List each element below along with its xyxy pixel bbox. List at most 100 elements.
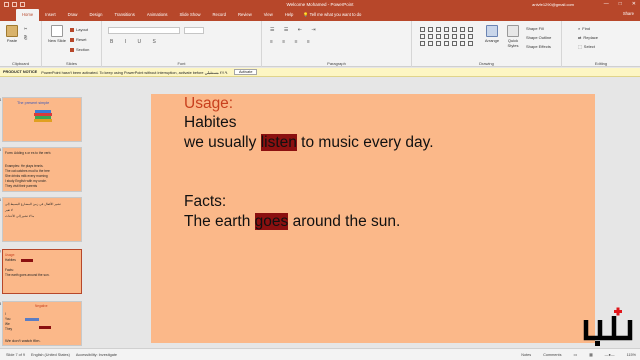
tell-me-search[interactable]: 💡 Tell me what you want to do: [303, 12, 361, 18]
tab-animations[interactable]: Animations: [141, 9, 174, 21]
slide-thumbnail-6[interactable]: تشير الأفعال في زمن المضارع البسيط إلى ل…: [2, 197, 82, 242]
thumbnail-line: They visit their parents: [5, 184, 38, 188]
font-name-dropdown[interactable]: [108, 27, 180, 34]
thumbnail-line: ما لا تشير إلى الأحداث: [5, 214, 35, 218]
tab-insert[interactable]: Insert: [39, 9, 61, 21]
section-button[interactable]: Section: [70, 47, 89, 52]
ribbon: Paste ✂ ⎘ Clipboard New Slide Layout Res…: [0, 21, 640, 67]
slide-number: 5: [0, 147, 2, 152]
cut-button[interactable]: ✂: [24, 26, 27, 31]
align-buttons[interactable]: ≡ ≡ ≡ ≡: [270, 39, 314, 45]
tab-home[interactable]: Home: [16, 9, 40, 21]
slide-editor-canvas[interactable]: Usage: Habites we usually listen to musi…: [90, 77, 640, 348]
habites-text[interactable]: Habites: [184, 114, 237, 132]
thumbnail-line: تشير الأفعال في زمن المضارع البسيط إلى: [5, 202, 61, 206]
select-button[interactable]: ⬚ Select: [578, 44, 595, 49]
sentence-text: The earth: [184, 213, 255, 230]
sentence-listen[interactable]: we usually listen to music every day.: [184, 134, 434, 152]
close-button[interactable]: ✕: [632, 1, 636, 7]
replace-label: Replace: [583, 35, 599, 40]
channel-logo: [583, 307, 633, 346]
layout-button[interactable]: Layout: [70, 27, 88, 32]
highlighted-verb: listen: [260, 134, 297, 151]
sentence-goes[interactable]: The earth goes around the sun.: [184, 213, 400, 231]
minimize-button[interactable]: —: [604, 1, 609, 7]
slide-number: 8: [0, 301, 2, 306]
tab-review[interactable]: Review: [232, 9, 258, 21]
tab-transitions[interactable]: Transitions: [108, 9, 140, 21]
thumbnail-line: Form: Adding s or es to the verb.: [5, 151, 52, 155]
tab-view[interactable]: View: [258, 9, 279, 21]
notice-label: PRODUCT NOTICE: [3, 70, 38, 74]
product-notice-bar: PRODUCT NOTICE PowerPoint hasn't been ac…: [0, 68, 640, 77]
slide-thumbnail-4[interactable]: The present simple: [2, 97, 82, 142]
slide-thumbnail-7[interactable]: Usage: Habites Facts: The earth goes aro…: [2, 249, 82, 294]
font-group-label: Font: [177, 61, 186, 66]
comments-button[interactable]: Comments: [543, 353, 561, 357]
paste-button[interactable]: Paste: [4, 25, 20, 43]
sentence-text: we usually: [184, 134, 261, 151]
quick-styles-button[interactable]: Quick Styles: [504, 25, 522, 48]
maximize-button[interactable]: □: [619, 1, 622, 7]
current-slide[interactable]: Usage: Habites we usually listen to musi…: [151, 94, 595, 343]
accessibility-status[interactable]: Accessibility: Investigate: [76, 353, 117, 357]
user-account[interactable]: anlvfe1290@gmail.com: [532, 2, 574, 7]
list-buttons[interactable]: ☰ ☰ ⇤ ⇥: [270, 27, 320, 33]
shape-effects-button[interactable]: Shape Effects: [526, 44, 551, 49]
notes-button[interactable]: Notes: [521, 353, 531, 357]
status-bar: Slide 7 of 9 English (United States) Acc…: [0, 348, 640, 360]
slides-group-label: Slides: [66, 61, 77, 66]
tab-slide-show[interactable]: Slide Show: [174, 9, 207, 21]
copy-button[interactable]: ⎘: [24, 35, 27, 40]
quick-styles-icon: [507, 25, 519, 37]
slide-sorter-icon[interactable]: ▦: [589, 352, 593, 357]
reset-icon: [70, 37, 74, 42]
thumbnail-line: They: [5, 327, 13, 331]
slide-thumbnail-5[interactable]: Form: Adding s or es to the verb. Exampl…: [2, 147, 82, 192]
books-icon: [34, 110, 52, 122]
tell-me-label: Tell me what you want to do: [309, 12, 362, 17]
slide-thumbnail-8[interactable]: Negative I You We They We don't watch fi…: [2, 301, 82, 346]
thumbnail-title: The present simple: [17, 101, 50, 105]
tab-help[interactable]: Help: [279, 9, 300, 21]
thumbnail-highlight: [39, 326, 51, 329]
font-size-dropdown[interactable]: [184, 27, 204, 34]
thumbnail-line: Habites: [5, 258, 16, 262]
tab-record[interactable]: Record: [206, 9, 232, 21]
facts-heading[interactable]: Facts:: [184, 193, 226, 211]
arrange-button[interactable]: Arrange: [484, 25, 500, 43]
usage-heading[interactable]: Usage:: [184, 95, 233, 113]
tab-design[interactable]: Design: [83, 9, 108, 21]
shape-effects-label: Shape Effects: [526, 44, 551, 49]
thumbnail-line: We: [5, 322, 10, 326]
font-format-buttons[interactable]: B I U S: [110, 39, 161, 45]
clipboard-group: Paste ✂ ⎘ Clipboard: [0, 21, 42, 67]
replace-button[interactable]: ⇄ Replace: [578, 35, 598, 40]
new-slide-button[interactable]: New Slide: [48, 25, 66, 43]
reset-button[interactable]: Reset: [70, 37, 86, 42]
thumbnail-line: لا تغير: [5, 208, 13, 212]
slide-number: 6: [0, 197, 2, 202]
editing-group-label: Editing: [594, 61, 608, 66]
tab-file[interactable]: [0, 9, 16, 21]
normal-view-icon[interactable]: ▭: [573, 352, 577, 357]
slide-thumbnails-pane[interactable]: The present simple Form: Adding s or es …: [0, 77, 86, 348]
shape-fill-label: Shape Fill: [526, 26, 544, 31]
zoom-slider[interactable]: —●—: [605, 353, 615, 357]
find-button[interactable]: ⌕ Find: [578, 26, 590, 31]
thumbnail-title: Negative: [35, 304, 48, 308]
shape-outline-button[interactable]: Shape Outline: [526, 35, 551, 40]
zoom-level[interactable]: 115%: [627, 353, 636, 357]
language-indicator[interactable]: English (United States): [31, 353, 70, 357]
thumbnail-line: You: [5, 317, 11, 321]
tab-draw[interactable]: Draw: [62, 9, 84, 21]
activate-button[interactable]: Activate: [233, 69, 258, 75]
shape-fill-button[interactable]: Shape Fill: [526, 26, 544, 31]
thumbnail-line: I: [5, 312, 6, 316]
shapes-gallery[interactable]: [420, 27, 474, 46]
editing-group: ⌕ Find ⇄ Replace ⬚ Select Editing: [562, 21, 640, 67]
thumbnail-line: We don't watch film.: [5, 338, 41, 343]
share-button[interactable]: Share: [623, 11, 634, 16]
arrange-icon: [486, 25, 498, 37]
sentence-text: to music every day.: [296, 134, 434, 151]
